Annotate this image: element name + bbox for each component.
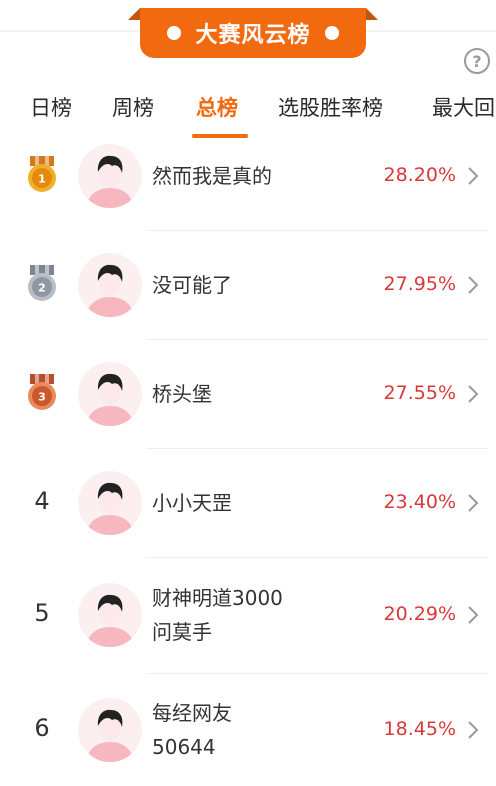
svg-text:1: 1 — [38, 173, 46, 186]
avatar[interactable] — [78, 471, 142, 535]
return-percent: 18.45% — [383, 718, 456, 740]
banner-dot-right — [324, 26, 339, 40]
username-line-1: 小小天罡 — [152, 491, 232, 515]
banner-title: 大赛风云榜 — [195, 23, 311, 48]
username-line-2: 50644 — [152, 735, 216, 759]
row-divider — [146, 230, 488, 231]
row-divider — [146, 448, 488, 449]
username-line-1: 财神明道3000 — [152, 586, 283, 610]
username-line-1: 然而我是真的 — [152, 164, 272, 188]
leaderboard-banner: 大赛风云榜 — [140, 8, 366, 58]
avatar[interactable] — [78, 362, 142, 426]
leaderboard-page: 大赛风云榜 ? 日榜 周榜 总榜 选股胜率榜 最大回 1 然而我是真的 28.20… — [0, 0, 496, 786]
username-line-1: 没可能了 — [152, 273, 232, 297]
gold-medal-icon: 1 — [26, 156, 58, 194]
tab-daily[interactable]: 日榜 — [30, 90, 72, 130]
return-percent: 27.55% — [383, 382, 456, 404]
return-percent: 23.40% — [383, 491, 456, 513]
rank-number: 5 — [34, 599, 50, 627]
chevron-right-icon[interactable] — [466, 275, 480, 295]
avatar[interactable] — [78, 698, 142, 762]
bronze-medal-icon: 3 — [26, 374, 58, 412]
username: 桥头堡 — [152, 377, 212, 411]
username: 每经网友 50644 — [152, 696, 232, 764]
avatar[interactable] — [78, 144, 142, 208]
username: 财神明道3000 问莫手 — [152, 581, 283, 649]
chevron-right-icon[interactable] — [466, 166, 480, 186]
row-divider — [146, 557, 488, 558]
help-icon[interactable]: ? — [464, 48, 490, 74]
chevron-right-icon[interactable] — [466, 720, 480, 740]
row-divider — [146, 673, 488, 674]
username: 小小天罡 — [152, 486, 232, 520]
tab-weekly[interactable]: 周榜 — [112, 90, 154, 130]
active-tab-indicator — [192, 134, 248, 138]
return-percent: 27.95% — [383, 273, 456, 295]
svg-text:2: 2 — [38, 282, 46, 295]
avatar[interactable] — [78, 583, 142, 647]
rank-number: 6 — [34, 714, 50, 742]
row-divider — [146, 339, 488, 340]
banner-dot-left — [167, 26, 182, 40]
return-percent: 28.20% — [383, 164, 456, 186]
username-line-1: 桥头堡 — [152, 382, 212, 406]
ranking-tabs: 日榜 周榜 总榜 选股胜率榜 最大回 — [0, 90, 496, 140]
rank-number: 4 — [34, 487, 50, 515]
chevron-right-icon[interactable] — [466, 605, 480, 625]
username: 没可能了 — [152, 268, 232, 302]
username-line-2: 问莫手 — [152, 620, 212, 644]
avatar[interactable] — [78, 253, 142, 317]
tab-max-drawdown[interactable]: 最大回 — [432, 90, 495, 130]
username-line-1: 每经网友 — [152, 701, 232, 725]
silver-medal-icon: 2 — [26, 265, 58, 303]
chevron-right-icon[interactable] — [466, 493, 480, 513]
username: 然而我是真的 — [152, 159, 272, 193]
chevron-right-icon[interactable] — [466, 384, 480, 404]
return-percent: 20.29% — [383, 603, 456, 625]
tab-stock-win-rate[interactable]: 选股胜率榜 — [278, 90, 383, 130]
tab-overall[interactable]: 总榜 — [196, 90, 238, 130]
svg-text:3: 3 — [38, 391, 46, 404]
